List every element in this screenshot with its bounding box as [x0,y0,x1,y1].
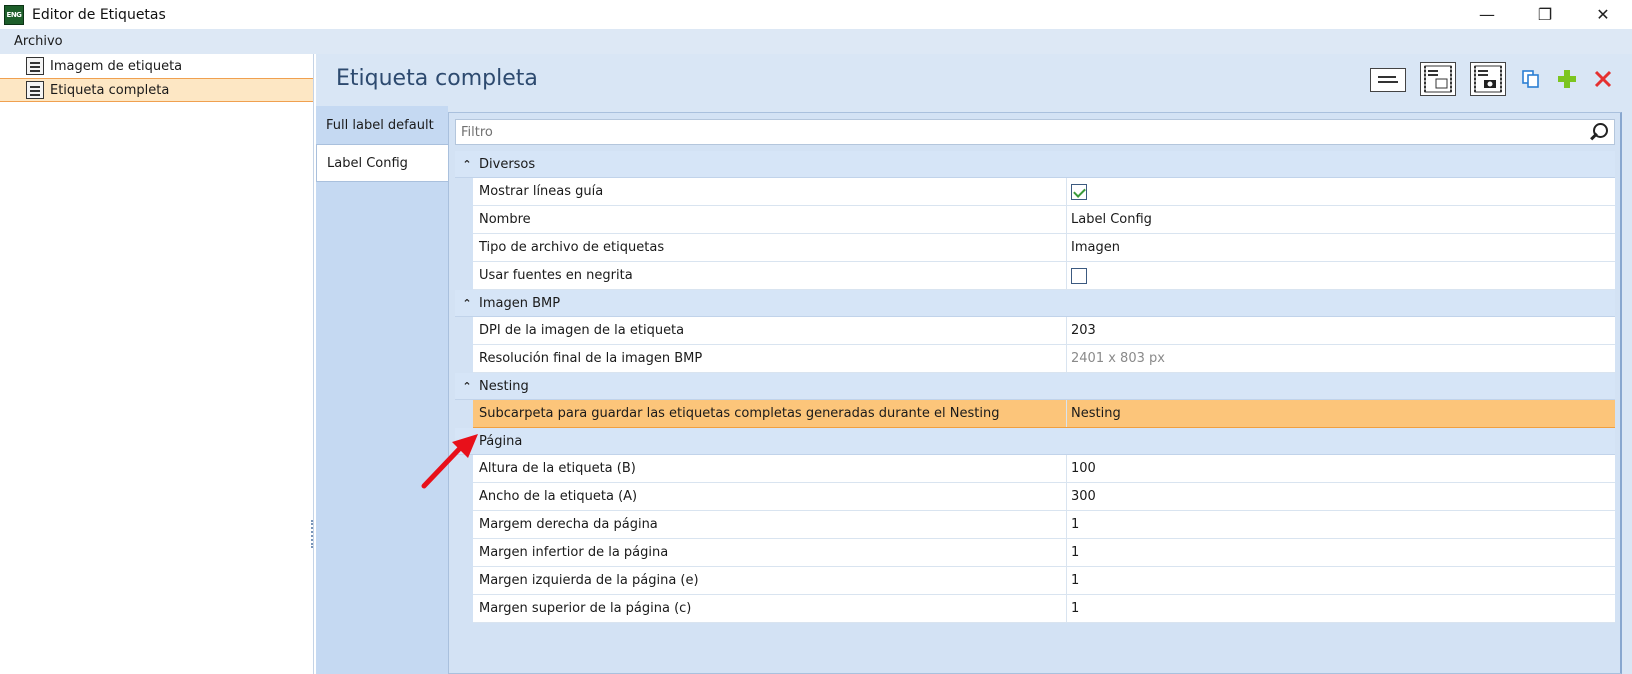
property-value[interactable]: 100 [1067,455,1615,482]
property-value[interactable]: Imagen [1067,234,1615,261]
property-rows: ⌃ Diversos Mostrar líneas guía Nombre Label … [455,151,1615,623]
property-name: Nombre [473,206,1067,233]
label-icon [26,57,44,75]
filter-box [455,119,1615,145]
property-row[interactable]: Mostrar líneas guía [473,178,1615,206]
annotation-arrow [421,434,478,489]
property-name: Margen izquierda de la página (e) [473,567,1067,594]
category-label: Diversos [479,156,536,172]
filter-input[interactable] [456,121,1588,143]
property-value[interactable]: 1 [1067,567,1615,594]
config-tabs: Full label default Label Config [316,106,448,674]
label-tree: Imagem de etiqueta Etiqueta completa [0,54,314,674]
category-label: Imagen BMP [479,295,561,311]
property-checkbox[interactable] [1071,183,1087,200]
property-row[interactable]: Margen infertior de la página 1 [473,539,1615,567]
category-row[interactable]: ⌃ Imagen BMP [455,290,1615,317]
property-row[interactable]: Nombre Label Config [473,206,1615,234]
menu-file[interactable]: Archivo [14,34,63,49]
property-name: Margem derecha da página [473,511,1067,538]
window-controls: — ❐ ✕ [1458,0,1632,29]
property-name: Margen superior de la página (c) [473,595,1067,622]
property-value [1067,262,1615,289]
app-icon: ENG [4,4,24,25]
property-row[interactable]: Ancho de la etiqueta (A) 300 [473,483,1615,511]
property-row[interactable]: Altura de la etiqueta (B) 100 [473,455,1615,483]
label-photo-button[interactable] [1470,62,1506,96]
chevron-up-icon[interactable]: ⌃ [455,158,479,171]
property-value[interactable]: Label Config [1067,206,1615,233]
property-name: Ancho de la etiqueta (A) [473,483,1067,510]
plus-icon [1558,70,1576,88]
property-name: Usar fuentes en negrita [473,262,1067,289]
property-row[interactable]: DPI de la imagen de la etiqueta 203 [473,317,1615,345]
panel-splitter[interactable] [311,520,315,548]
page-title: Etiqueta completa [336,66,538,91]
close-window-button[interactable]: ✕ [1574,0,1632,29]
property-value[interactable]: 1 [1067,595,1615,622]
property-value[interactable]: 1 [1067,539,1615,566]
tree-item-label: Imagem de etiqueta [50,58,183,74]
property-name: Resolución final de la imagen BMP [473,345,1067,372]
property-value [1067,178,1615,205]
property-row[interactable]: Resolución final de la imagen BMP 2401 x … [473,345,1615,373]
category-row[interactable]: ⌃ Nesting [455,373,1615,400]
property-value[interactable]: 203 [1067,317,1615,344]
camera-label-icon [1474,65,1502,93]
property-name: Altura de la etiqueta (B) [473,455,1067,482]
editor-area: Etiqueta completa Full label default Lab… [316,54,1632,674]
property-value[interactable]: 1 [1067,511,1615,538]
category-row[interactable]: Página [455,428,1615,455]
copy-icon [1522,70,1539,88]
copy-button[interactable] [1520,68,1542,90]
property-row[interactable]: Margen izquierda de la página (e) 1 [473,567,1615,595]
property-row[interactable]: Subcarpeta para guardar las etiquetas co… [473,400,1615,428]
chevron-up-icon[interactable]: ⌃ [455,380,479,393]
chevron-up-icon[interactable]: ⌃ [455,297,479,310]
menu-bar: Archivo [0,29,1632,54]
property-grid: ⌃DiversosMostrar líneas guíaNombreLabel … [448,112,1622,674]
property-checkbox[interactable] [1071,267,1087,284]
label-image-button[interactable] [1420,62,1456,96]
property-name: DPI de la imagen de la etiqueta [473,317,1067,344]
tab-config[interactable]: Label Config [316,144,448,182]
property-value[interactable]: Nesting [1067,400,1615,427]
property-name: Margen infertior de la página [473,539,1067,566]
search-icon[interactable] [1588,121,1610,143]
property-name: Mostrar líneas guía [473,178,1067,205]
tree-item-label: Etiqueta completa [50,82,170,98]
tree-item[interactable]: Imagem de etiqueta [0,54,313,78]
property-row[interactable]: Tipo de archivo de etiquetas Imagen [473,234,1615,262]
label-text-icon [1378,76,1398,83]
restore-button[interactable]: ❐ [1516,0,1574,29]
label-frame-icon [1424,65,1452,93]
property-value[interactable]: 300 [1067,483,1615,510]
property-row[interactable]: Margen superior de la página (c) 1 [473,595,1615,623]
label-icon [26,81,44,99]
window-title: Editor de Etiquetas [32,6,166,23]
delete-button[interactable] [1592,68,1614,90]
add-button[interactable] [1556,68,1578,90]
property-name: Subcarpeta para guardar las etiquetas co… [473,400,1067,427]
tree-item[interactable]: Etiqueta completa [0,78,313,102]
category-label: Nesting [479,378,529,394]
property-row[interactable]: Usar fuentes en negrita [473,262,1615,290]
property-row[interactable]: Margem derecha da página 1 [473,511,1615,539]
property-name: Tipo de archivo de etiquetas [473,234,1067,261]
delete-x-icon [1594,70,1612,88]
label-layout-button[interactable] [1370,68,1406,92]
toolbar [1370,62,1614,96]
minimize-button[interactable]: — [1458,0,1516,29]
title-bar: ENG Editor de Etiquetas — ❐ ✕ [0,0,1632,29]
category-row[interactable]: ⌃ Diversos [455,151,1615,178]
category-label: Página [479,433,523,449]
tab-config[interactable]: Full label default [316,106,448,144]
property-value[interactable]: 2401 x 803 px [1067,345,1615,372]
